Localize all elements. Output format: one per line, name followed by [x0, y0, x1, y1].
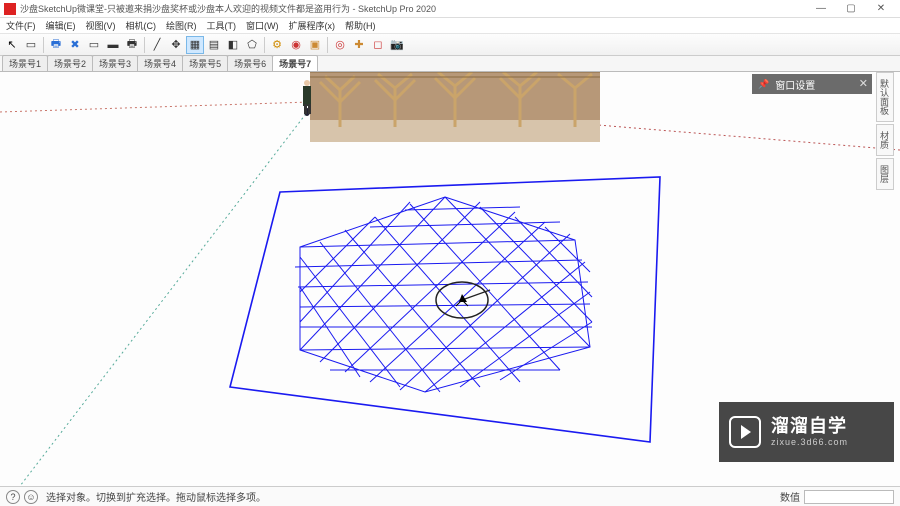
- print-icon[interactable]: 🖶: [47, 36, 65, 54]
- box2-icon[interactable]: ▣: [306, 36, 324, 54]
- user-icon[interactable]: ☺: [24, 490, 38, 504]
- scene-tab[interactable]: 场景号5: [182, 55, 228, 71]
- play-icon: [729, 416, 761, 448]
- grid-icon[interactable]: ▦: [186, 36, 204, 54]
- scene-tab[interactable]: 场景号4: [137, 55, 183, 71]
- tag-icon[interactable]: ◧: [224, 36, 242, 54]
- panel-close-icon[interactable]: ✕: [859, 77, 868, 90]
- minimize-button[interactable]: —: [806, 1, 836, 17]
- app-icon: [4, 3, 16, 15]
- toolbar-sep: [43, 37, 44, 53]
- watermark: 溜溜自学 zixue.3d66.com: [719, 402, 894, 462]
- main-toolbar: ↖ ▭ 🖶 ✖ ▭ ▬ 🖶 ╱ ✥ ▦ ▤ ◧ ⬠ ⚙ ◉ ▣ ◎ ✚ ◻ 📷: [0, 34, 900, 56]
- scene-tab[interactable]: 场景号2: [47, 55, 93, 71]
- tray-tabs: 默认面板 材质 图层: [876, 72, 894, 192]
- window-title: 沙盘SketchUp微课堂-只被邀来捐沙盘奖杯或沙盘本人欢迎的视频文件都是盗用行…: [20, 2, 806, 15]
- status-bar: ? ☺ 选择对象。切换到扩充选择。拖动鼠标选择多项。 数值: [0, 486, 900, 506]
- select-tool-icon[interactable]: ↖: [3, 36, 21, 54]
- close-button[interactable]: ✕: [866, 1, 896, 17]
- print2-icon[interactable]: 🖶: [123, 36, 141, 54]
- ruler-icon[interactable]: ╱: [148, 36, 166, 54]
- menu-window[interactable]: 窗口(W): [242, 18, 283, 33]
- reference-image: [310, 72, 600, 142]
- tray-tab[interactable]: 材质: [876, 124, 894, 156]
- cyl-icon[interactable]: ◎: [331, 36, 349, 54]
- cube-icon[interactable]: ◻: [369, 36, 387, 54]
- scene-tab-active[interactable]: 场景号7: [272, 55, 318, 71]
- panel-title: 窗口设置: [775, 77, 815, 92]
- pan-icon[interactable]: ✥: [167, 36, 185, 54]
- delete-icon[interactable]: ✖: [66, 36, 84, 54]
- menu-view[interactable]: 视图(V): [82, 18, 120, 33]
- scene-tab[interactable]: 场景号3: [92, 55, 138, 71]
- toolbar-sep: [264, 37, 265, 53]
- rect2-icon[interactable]: ▭: [85, 36, 103, 54]
- menu-file[interactable]: 文件(F): [2, 18, 40, 33]
- red-icon[interactable]: ◉: [287, 36, 305, 54]
- menu-help[interactable]: 帮助(H): [341, 18, 380, 33]
- watermark-title: 溜溜自学: [771, 416, 848, 438]
- toolbar-sep: [144, 37, 145, 53]
- vcb-label: 数值: [776, 489, 804, 504]
- page-icon[interactable]: ▤: [205, 36, 223, 54]
- gear-icon[interactable]: ⚙: [268, 36, 286, 54]
- poly-icon[interactable]: ⬠: [243, 36, 261, 54]
- tray-tab[interactable]: 默认面板: [876, 72, 894, 122]
- cam-icon[interactable]: 📷: [388, 36, 406, 54]
- vcb-input[interactable]: [804, 490, 894, 504]
- scene-tab[interactable]: 场景号6: [227, 55, 273, 71]
- menu-extensions[interactable]: 扩展程序(x): [285, 18, 340, 33]
- menu-camera[interactable]: 相机(C): [122, 18, 161, 33]
- scene-tab[interactable]: 场景号1: [2, 55, 48, 71]
- brush-icon[interactable]: ▬: [104, 36, 122, 54]
- rect-tool-icon[interactable]: ▭: [22, 36, 40, 54]
- status-hint: 选择对象。切换到扩充选择。拖动鼠标选择多项。: [46, 489, 776, 504]
- model-viewport[interactable]: 📌 窗口设置 ✕ 默认面板 材质 图层 溜溜自学 zixue.3d66.com: [0, 72, 900, 486]
- help-icon[interactable]: ?: [6, 490, 20, 504]
- tray-panel-header[interactable]: 📌 窗口设置 ✕: [752, 74, 872, 94]
- menu-draw[interactable]: 绘图(R): [162, 18, 201, 33]
- title-bar: 沙盘SketchUp微课堂-只被邀来捐沙盘奖杯或沙盘本人欢迎的视频文件都是盗用行…: [0, 0, 900, 18]
- menu-edit[interactable]: 编辑(E): [42, 18, 80, 33]
- tray-tab[interactable]: 图层: [876, 158, 894, 190]
- watermark-url: zixue.3d66.com: [771, 437, 848, 448]
- toolbar-sep: [327, 37, 328, 53]
- pin-icon[interactable]: 📌: [758, 79, 769, 90]
- scene-tab-bar: 场景号1 场景号2 场景号3 场景号4 场景号5 场景号6 场景号7: [0, 56, 900, 72]
- menu-bar: 文件(F) 编辑(E) 视图(V) 相机(C) 绘图(R) 工具(T) 窗口(W…: [0, 18, 900, 34]
- menu-tools[interactable]: 工具(T): [203, 18, 241, 33]
- plug-icon[interactable]: ✚: [350, 36, 368, 54]
- maximize-button[interactable]: ▢: [836, 1, 866, 17]
